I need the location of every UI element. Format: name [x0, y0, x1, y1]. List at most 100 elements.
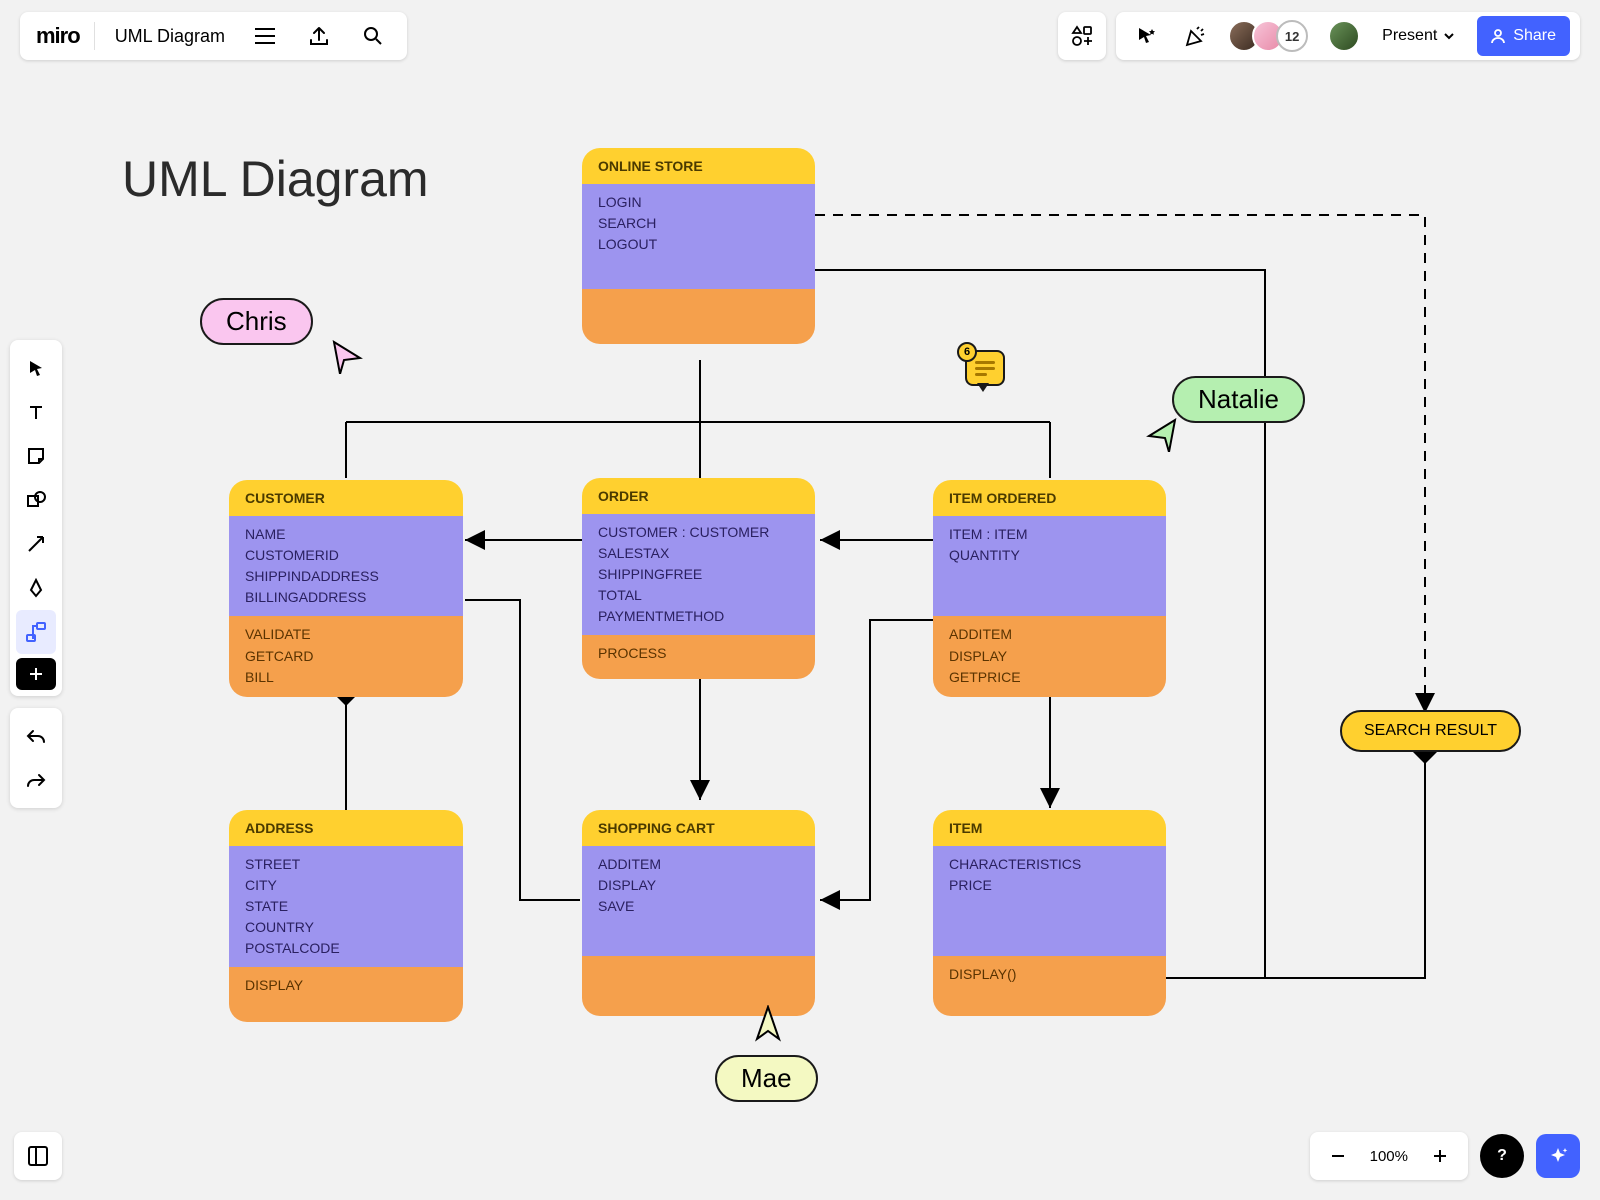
uml-title: ORDER: [582, 478, 815, 514]
shapes-plus-icon: [1071, 25, 1093, 47]
uml-attrs: ITEM : ITEM QUANTITY: [949, 524, 1150, 566]
comment-bubble[interactable]: 6: [965, 350, 1005, 386]
present-label: Present: [1382, 27, 1437, 45]
zoom-out-button[interactable]: [1318, 1136, 1358, 1176]
party-icon: [1183, 25, 1205, 47]
zoom-level[interactable]: 100%: [1362, 1148, 1416, 1165]
collaborator-name: Mae: [741, 1063, 792, 1094]
menu-button[interactable]: [245, 16, 285, 56]
search-result-label: SEARCH RESULT: [1364, 722, 1497, 740]
uml-title: ITEM: [933, 810, 1166, 846]
uml-shopping-cart[interactable]: SHOPPING CART ADDITEM DISPLAY SAVE: [582, 810, 815, 1016]
undo-button[interactable]: [16, 714, 56, 758]
uml-attrs: NAME CUSTOMERID SHIPPINDADDRESS BILLINGA…: [245, 524, 447, 608]
avatar-self[interactable]: [1328, 20, 1360, 52]
avatar-stack[interactable]: 12: [1222, 20, 1314, 52]
tools-group: [10, 340, 62, 696]
uml-attrs: STREET CITY STATE COUNTRY POSTALCODE: [245, 854, 447, 959]
uml-title: CUSTOMER: [229, 480, 463, 516]
uml-ops: PROCESS: [598, 643, 799, 665]
pointer-star-icon: [1136, 26, 1156, 46]
reactions-button[interactable]: [1174, 16, 1214, 56]
uml-order[interactable]: ORDER CUSTOMER : CUSTOMER SALESTAX SHIPP…: [582, 478, 815, 679]
uml-attrs: CHARACTERISTICS PRICE: [949, 854, 1150, 896]
uml-online-store[interactable]: ONLINE STORE LOGIN SEARCH LOGOUT: [582, 148, 815, 344]
uml-item-ordered[interactable]: ITEM ORDERED ITEM : ITEM QUANTITY ADDITE…: [933, 480, 1166, 697]
uml-title: SHOPPING CART: [582, 810, 815, 846]
uml-search-result[interactable]: SEARCH RESULT: [1340, 710, 1521, 752]
uml-title: ITEM ORDERED: [933, 480, 1166, 516]
pen-tool[interactable]: [16, 566, 56, 610]
redo-button[interactable]: [16, 758, 56, 802]
uml-attrs: LOGIN SEARCH LOGOUT: [598, 192, 799, 255]
shape-tool[interactable]: [16, 478, 56, 522]
chevron-down-icon: [1443, 30, 1455, 42]
diagram-tool[interactable]: [16, 610, 56, 654]
sparkle-icon: [1547, 1145, 1569, 1167]
sticky-icon: [26, 446, 46, 466]
share-label: Share: [1513, 27, 1556, 45]
undo-icon: [25, 727, 47, 745]
diagram-icon: [25, 621, 47, 643]
uml-ops: DISPLAY(): [949, 964, 1150, 986]
collaborator-pill-chris: Chris: [200, 298, 313, 345]
history-group: [10, 708, 62, 808]
uml-item[interactable]: ITEM CHARACTERISTICS PRICE DISPLAY(): [933, 810, 1166, 1016]
uml-title: ADDRESS: [229, 810, 463, 846]
minus-icon: [1330, 1148, 1346, 1164]
uml-title: ONLINE STORE: [582, 148, 815, 184]
avatar-overflow[interactable]: 12: [1276, 20, 1308, 52]
cursor-icon: [753, 1005, 783, 1045]
redo-icon: [25, 771, 47, 789]
cursor-icon: [330, 340, 364, 374]
canvas[interactable]: UML Diagram: [0, 0, 1600, 1200]
uml-attrs: ADDITEM DISPLAY SAVE: [598, 854, 799, 917]
arrow-icon: [26, 534, 46, 554]
collaborator-name: Natalie: [1198, 384, 1279, 415]
zoom-in-button[interactable]: [1420, 1136, 1460, 1176]
cursor-icon: [27, 359, 45, 377]
search-icon: [363, 26, 383, 46]
document-title[interactable]: UML Diagram: [109, 26, 231, 47]
canvas-title: UML Diagram: [122, 150, 429, 208]
uml-address[interactable]: ADDRESS STREET CITY STATE COUNTRY POSTAL…: [229, 810, 463, 1022]
select-tool[interactable]: [16, 346, 56, 390]
separator: [94, 22, 95, 50]
pointer-mode-button[interactable]: [1126, 16, 1166, 56]
cursor-icon: [1145, 418, 1179, 452]
hamburger-icon: [255, 28, 275, 44]
question-icon: ?: [1497, 1147, 1507, 1165]
panel-icon: [27, 1145, 49, 1167]
plus-icon: [1432, 1148, 1448, 1164]
text-tool[interactable]: [16, 390, 56, 434]
miro-logo[interactable]: miro: [36, 23, 80, 49]
search-button[interactable]: [353, 16, 393, 56]
help-button[interactable]: ?: [1480, 1134, 1524, 1178]
uml-ops: ADDITEM DISPLAY GETPRICE: [949, 624, 1150, 689]
frames-panel-button[interactable]: [14, 1132, 62, 1180]
uml-attrs: CUSTOMER : CUSTOMER SALESTAX SHIPPINGFRE…: [598, 522, 799, 627]
logo-card: miro UML Diagram: [20, 12, 407, 60]
text-icon: [26, 402, 46, 422]
export-icon: [309, 26, 329, 46]
zoom-control: 100%: [1310, 1132, 1468, 1180]
ai-button[interactable]: [1536, 1134, 1580, 1178]
sticky-tool[interactable]: [16, 434, 56, 478]
uml-ops: DISPLAY: [245, 975, 447, 997]
pen-icon: [26, 578, 46, 598]
comment-count: 6: [957, 342, 977, 362]
uml-customer[interactable]: CUSTOMER NAME CUSTOMERID SHIPPINDADDRESS…: [229, 480, 463, 697]
export-button[interactable]: [299, 16, 339, 56]
collaborator-pill-natalie: Natalie: [1172, 376, 1305, 423]
shapes-icon: [26, 490, 46, 510]
apps-button[interactable]: [1062, 16, 1102, 56]
collab-card: 12 Present Share: [1116, 12, 1580, 60]
apps-card: [1058, 12, 1106, 60]
person-plus-icon: [1491, 28, 1507, 44]
collaborator-pill-mae: Mae: [715, 1055, 818, 1102]
add-tool[interactable]: [16, 658, 56, 690]
present-button[interactable]: Present: [1368, 16, 1469, 56]
share-button[interactable]: Share: [1477, 16, 1570, 56]
line-tool[interactable]: [16, 522, 56, 566]
uml-ops: VALIDATE GETCARD BILL: [245, 624, 447, 689]
